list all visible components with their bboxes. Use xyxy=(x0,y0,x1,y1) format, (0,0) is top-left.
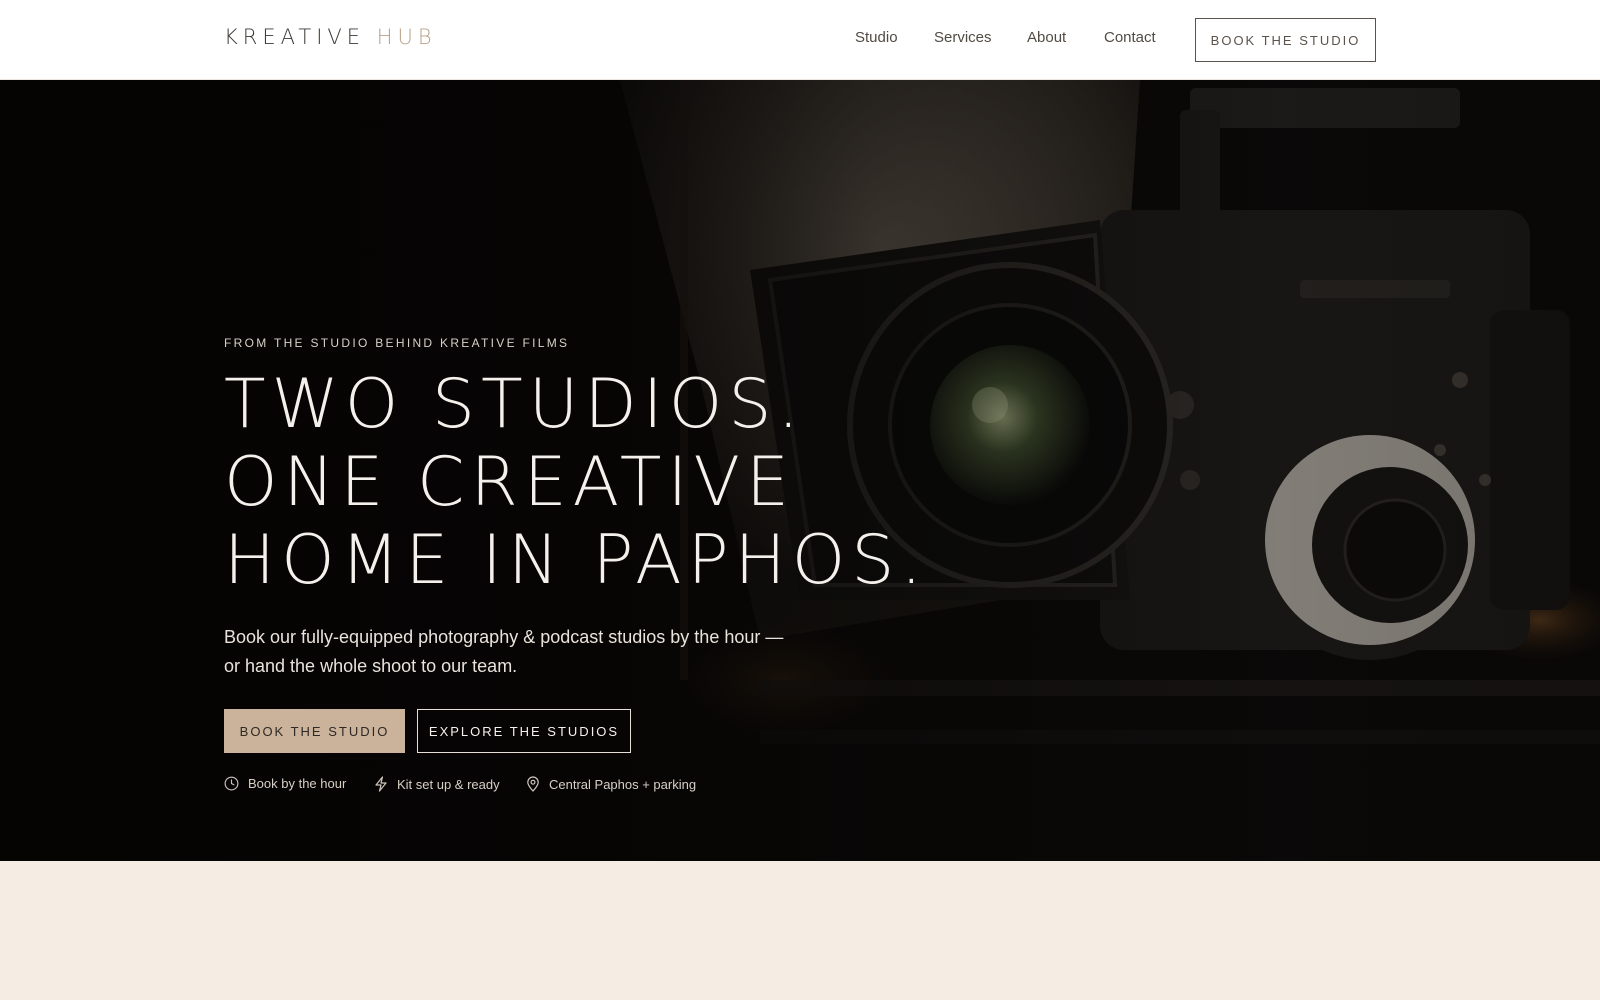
logo-main-text: KREATIVE xyxy=(224,25,366,49)
hero-book-button[interactable]: BOOK THE STUDIO xyxy=(224,709,405,753)
feature-label: Kit set up & ready xyxy=(397,776,500,792)
nav-link-studio[interactable]: Studio xyxy=(855,29,898,46)
feature-label: Central Paphos + parking xyxy=(549,776,697,792)
headline-line-2: ONE CREATIVE xyxy=(224,443,795,522)
map-pin-icon xyxy=(527,776,539,792)
feature-label: Book by the hour xyxy=(248,776,347,791)
clock-icon xyxy=(224,776,239,791)
site-header: KREATIVE HUB Studio Services About Conta… xyxy=(0,0,1600,80)
nav-link-about[interactable]: About xyxy=(1027,29,1066,46)
next-section xyxy=(0,861,1600,1000)
hero-section: FROM THE STUDIO BEHIND KREATIVE FILMS TW… xyxy=(0,80,1600,861)
explore-studios-button[interactable]: EXPLORE THE STUDIOS xyxy=(417,709,631,753)
hero-eyebrow: FROM THE STUDIO BEHIND KREATIVE FILMS xyxy=(224,336,570,350)
hero-headline: TWO STUDIOS. ONE CREATIVE HOME IN PAPHOS… xyxy=(224,366,1044,600)
feature-item: Kit set up & ready xyxy=(374,776,500,792)
nav-link-services[interactable]: Services xyxy=(934,29,992,46)
headline-line-3: HOME IN PAPHOS. xyxy=(224,521,929,600)
nav-link-contact[interactable]: Contact xyxy=(1104,29,1156,46)
logo-accent-text: HUB xyxy=(376,25,437,49)
header-book-button[interactable]: BOOK THE STUDIO xyxy=(1195,18,1376,62)
subcopy-line-2: or hand the whole shoot to our team. xyxy=(224,656,518,676)
headline-line-1: TWO STUDIOS. xyxy=(224,365,806,444)
lightning-icon xyxy=(375,776,387,792)
hero-subcopy: Book our fully-equipped photography & po… xyxy=(224,623,824,681)
site-logo[interactable]: KREATIVE HUB xyxy=(224,25,437,49)
subcopy-line-1: Book our fully-equipped photography & po… xyxy=(224,627,784,647)
feature-item: Central Paphos + parking xyxy=(526,776,696,792)
feature-item: Book by the hour xyxy=(224,776,346,791)
